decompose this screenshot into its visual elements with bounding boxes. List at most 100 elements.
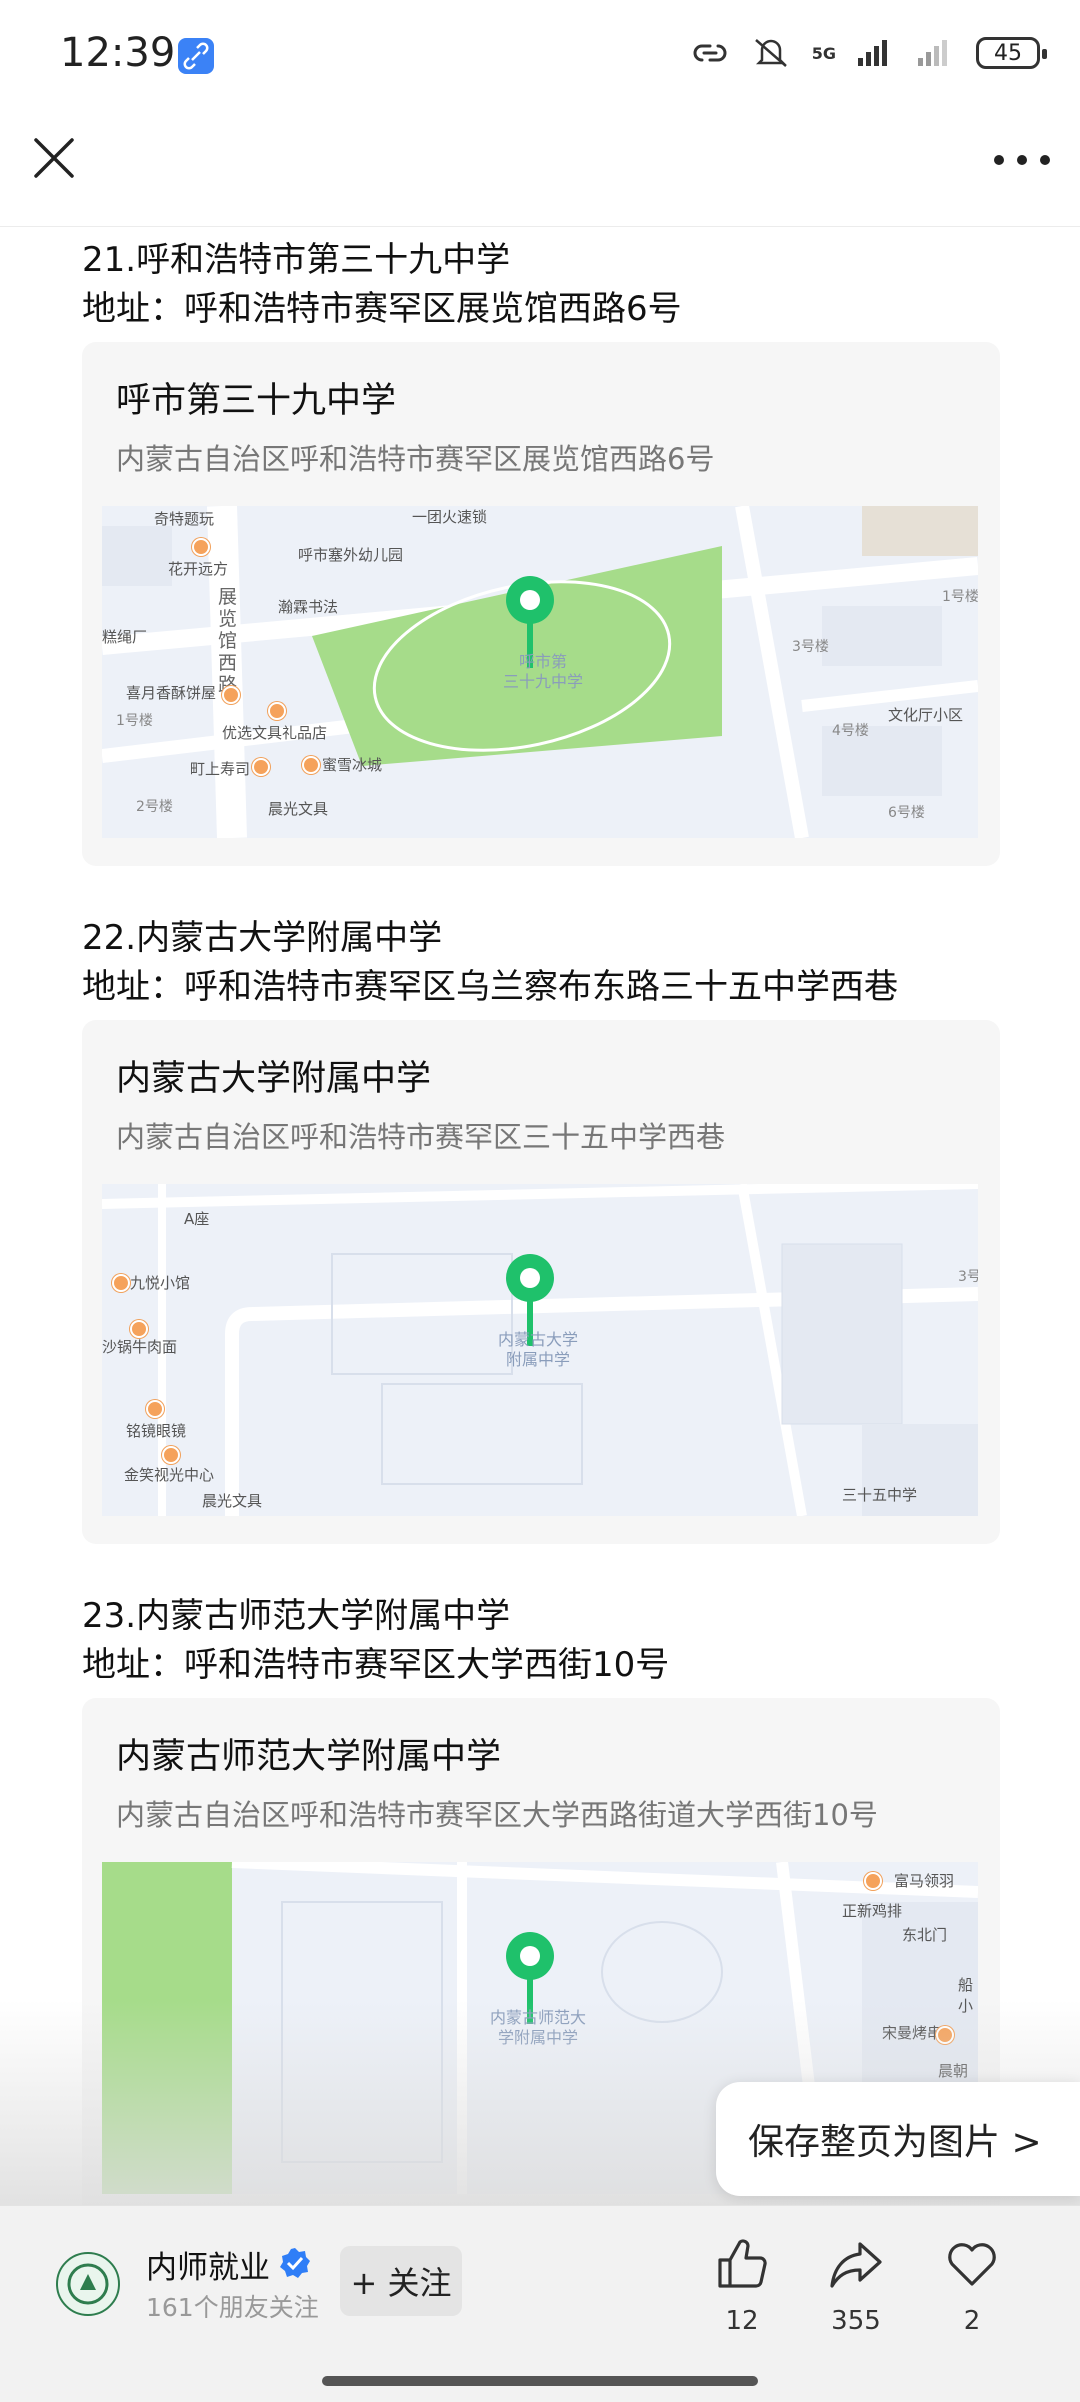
poi-marker <box>192 538 210 556</box>
map-label: 晨光文具 <box>202 1492 263 1510</box>
dot-icon <box>994 155 1004 165</box>
like-count: 12 <box>725 2306 759 2336</box>
school-entry: 21.呼和浩特市第三十九中学 地址：呼和浩特市赛罕区展览馆西路6号 呼市第三十九… <box>82 236 1000 866</box>
share-count: 355 <box>831 2306 881 2336</box>
home-indicator[interactable] <box>322 2376 758 2386</box>
like-button[interactable]: 12 <box>692 2236 792 2336</box>
map-label: 呼市塞外幼儿园 <box>298 546 404 564</box>
map-label: 1号楼 <box>942 589 978 605</box>
entry-title: 22.内蒙古大学附属中学 <box>82 918 443 958</box>
save-page-as-image-button[interactable]: 保存整页为图片 > <box>716 2082 1080 2196</box>
map-label: 4号楼 <box>832 723 869 739</box>
map-label: 瀚霖书法 <box>278 598 339 616</box>
location-address: 内蒙古自治区呼和浩特市赛罕区三十五中学西巷 <box>116 1120 726 1154</box>
map-label: A座 <box>184 1210 210 1228</box>
app-notification-icon <box>178 38 214 74</box>
poi-marker <box>302 756 320 774</box>
map-label: 铭镜眼镜 <box>126 1422 187 1440</box>
status-time: 12:39 <box>60 30 176 76</box>
map-preview[interactable]: 奇特题玩 花开远方 一团火速锁 呼市塞外幼儿园 瀚霖书法 展览馆西路 糕绳厂 喜… <box>102 506 978 838</box>
poi-marker <box>130 1320 148 1338</box>
poi-marker <box>252 758 270 776</box>
map-label: 3号 <box>958 1269 978 1285</box>
follower-count: 161个朋友关注 <box>146 2293 319 2322</box>
map-label: 晨朝 <box>938 2062 969 2080</box>
location-name: 内蒙古师范大学附属中学 <box>116 1737 502 1777</box>
map-label: 町上寿司 <box>190 760 251 778</box>
account-name[interactable]: 内师就业 <box>146 2242 270 2287</box>
signal-weak-icon <box>918 40 947 66</box>
more-options-button[interactable] <box>994 150 1050 170</box>
dot-icon <box>1017 155 1027 165</box>
map-label: 宋曼烤串 <box>882 2024 943 2042</box>
signal-icon <box>858 40 887 66</box>
share-button[interactable]: 355 <box>806 2236 906 2336</box>
poi-marker <box>936 2026 954 2044</box>
map-label: 1号楼 <box>116 713 153 729</box>
favorite-button[interactable]: 2 <box>922 2236 1022 2336</box>
map-label: 一团火速锁 <box>412 508 488 526</box>
map-label: 三十五中学 <box>842 1486 918 1504</box>
status-icons: 5G 45 <box>688 36 1047 70</box>
map-label: 6号楼 <box>888 805 925 821</box>
map-pin-label: 内蒙古师范大 学附属中学 <box>489 2008 586 2047</box>
poi-marker <box>222 686 240 704</box>
map-label: 晨光文具 <box>268 800 329 818</box>
top-bar <box>0 110 1080 226</box>
entry-title: 23.内蒙古师范大学附属中学 <box>82 1596 511 1636</box>
map-label: 沙锅牛肉面 <box>102 1338 178 1356</box>
poi-marker <box>864 1872 882 1890</box>
thumbs-up-icon <box>718 2239 767 2288</box>
entry-title: 21.呼和浩特市第三十九中学 <box>82 240 511 280</box>
map-label: 花开远方 <box>168 560 229 578</box>
school-entry: 22.内蒙古大学附属中学 地址：呼和浩特市赛罕区乌兰察布东路三十五中学西巷 内蒙… <box>82 914 1000 1544</box>
location-name: 呼市第三十九中学 <box>116 381 397 421</box>
location-name: 内蒙古大学附属中学 <box>116 1059 432 1099</box>
road-label: 展览馆西路 <box>218 586 238 696</box>
map-label: 正新鸡排 <box>842 1902 903 1920</box>
location-address: 内蒙古自治区呼和浩特市赛罕区大学西路街道大学西街10号 <box>116 1798 878 1832</box>
share-icon <box>830 2242 882 2288</box>
entry-address: 地址：呼和浩特市赛罕区乌兰察布东路三十五中学西巷 <box>82 967 898 1007</box>
poi-marker <box>146 1400 164 1418</box>
poi-marker <box>268 702 286 720</box>
map-label: 文化厅小区 <box>888 706 964 724</box>
school-entry: 23.内蒙古师范大学附属中学 地址：呼和浩特市赛罕区大学西街10号 内蒙古师范大… <box>82 1592 1000 2222</box>
location-card[interactable]: 呼市第三十九中学 内蒙古自治区呼和浩特市赛罕区展览馆西路6号 奇特题玩 花开远方… <box>82 342 1000 866</box>
location-address: 内蒙古自治区呼和浩特市赛罕区展览馆西路6号 <box>116 442 715 476</box>
map-label: 奇特题玩 <box>154 510 215 528</box>
poi-marker <box>162 1446 180 1464</box>
close-button[interactable] <box>32 136 76 180</box>
map-label: 喜月香酥饼屋 <box>126 684 217 702</box>
verified-icon <box>280 2248 310 2278</box>
poi-marker <box>112 1274 130 1292</box>
mute-icon <box>754 39 787 67</box>
map-preview[interactable]: A座 九悦小馆 沙锅牛肉面 铭镜眼镜 金笑视光中心 晨光文具 三十五中学 3号 … <box>102 1184 978 1516</box>
account-avatar[interactable] <box>56 2252 120 2316</box>
map-label: 东北门 <box>902 1926 948 1944</box>
network-type: 5G <box>811 43 836 63</box>
divider <box>0 226 1080 227</box>
map-label: 糕绳厂 <box>102 628 148 646</box>
map-label: 3号楼 <box>792 639 829 655</box>
dot-icon <box>1040 155 1050 165</box>
bottom-action-bar: 内师就业 161个朋友关注 + 关注 12 355 2 <box>0 2205 1080 2402</box>
school-logo-icon <box>67 2263 109 2305</box>
entry-address: 地址：呼和浩特市赛罕区大学西街10号 <box>82 1645 670 1685</box>
battery-level: 45 <box>994 40 1022 66</box>
follow-button[interactable]: + 关注 <box>340 2246 462 2316</box>
map-pin-label: 内蒙古大学 附属中学 <box>497 1330 578 1369</box>
close-icon <box>34 138 74 178</box>
entry-address: 地址：呼和浩特市赛罕区展览馆西路6号 <box>82 289 682 329</box>
link-icon <box>693 44 727 62</box>
status-bar: 12:39 5G 45 <box>0 0 1080 110</box>
heart-icon <box>948 2243 996 2286</box>
map-label: 优选文具礼品店 <box>222 724 328 742</box>
map-label: 九悦小馆 <box>130 1274 191 1292</box>
map-label: 蜜雪冰城 <box>322 756 383 774</box>
location-card[interactable]: 内蒙古大学附属中学 内蒙古自治区呼和浩特市赛罕区三十五中学西巷 A座 九悦小馆 … <box>82 1020 1000 1544</box>
map-pin-label: 呼市第 三十九中学 <box>502 652 583 691</box>
map-label: 富马领羽 <box>894 1872 955 1890</box>
map-label: 船小 <box>958 1976 974 2015</box>
map-label: 2号楼 <box>136 799 173 815</box>
